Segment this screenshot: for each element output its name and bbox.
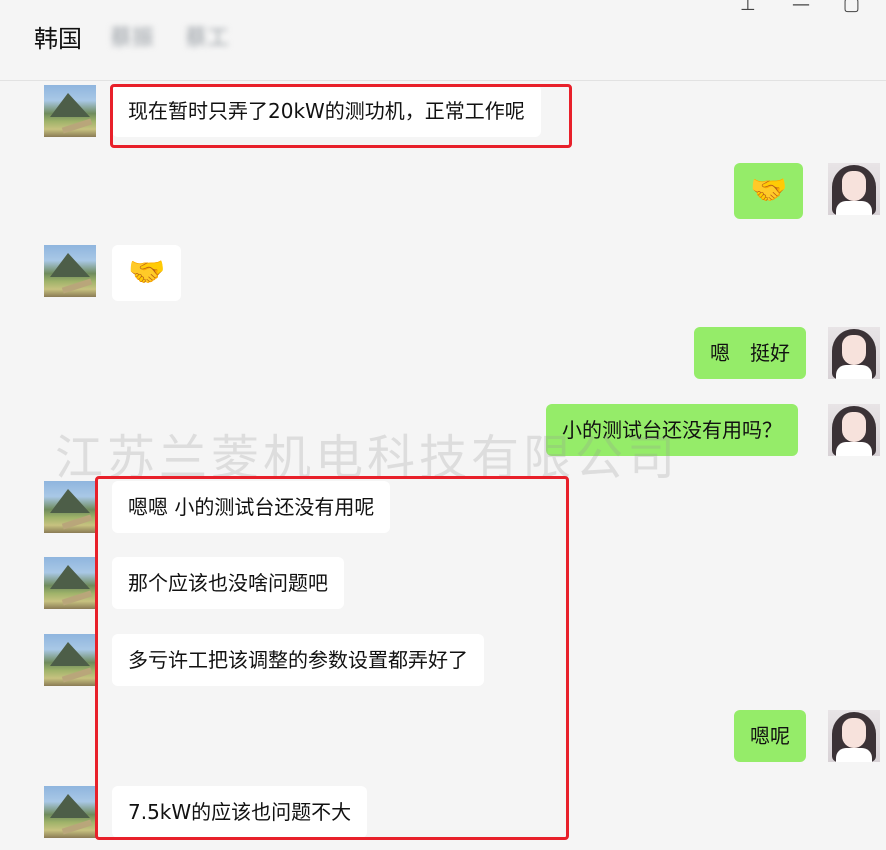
- chat-header: 韩国 蔡振 蔡工 ⊥ — ▢: [0, 0, 886, 81]
- blurred-name-1: 蔡振: [110, 26, 155, 51]
- contact-avatar[interactable]: [44, 786, 96, 838]
- my-avatar[interactable]: [828, 163, 880, 215]
- contact-avatar[interactable]: [44, 634, 96, 686]
- message-bubble-sent[interactable]: 嗯呢: [734, 710, 806, 762]
- message-bubble-sent[interactable]: 小的测试台还没有用吗？: [546, 404, 798, 456]
- contact-avatar[interactable]: [44, 85, 96, 137]
- my-avatar[interactable]: [828, 327, 880, 379]
- maximize-icon[interactable]: ▢: [843, 0, 860, 15]
- contact-avatar[interactable]: [44, 245, 96, 297]
- highlight-box: [110, 84, 572, 148]
- blurred-name-2: 蔡工: [185, 26, 230, 51]
- chat-title: 韩国: [34, 25, 82, 53]
- minimize-icon[interactable]: —: [792, 0, 810, 15]
- my-avatar[interactable]: [828, 710, 880, 762]
- my-avatar[interactable]: [828, 404, 880, 456]
- message-bubble-sent[interactable]: 🤝: [734, 163, 804, 219]
- contact-avatar[interactable]: [44, 557, 96, 609]
- message-bubble-received[interactable]: 🤝: [112, 245, 182, 301]
- highlight-box: [95, 476, 569, 840]
- pin-icon[interactable]: ⊥: [740, 0, 756, 15]
- contact-avatar[interactable]: [44, 481, 96, 533]
- message-bubble-sent[interactable]: 嗯 挺好: [694, 327, 806, 379]
